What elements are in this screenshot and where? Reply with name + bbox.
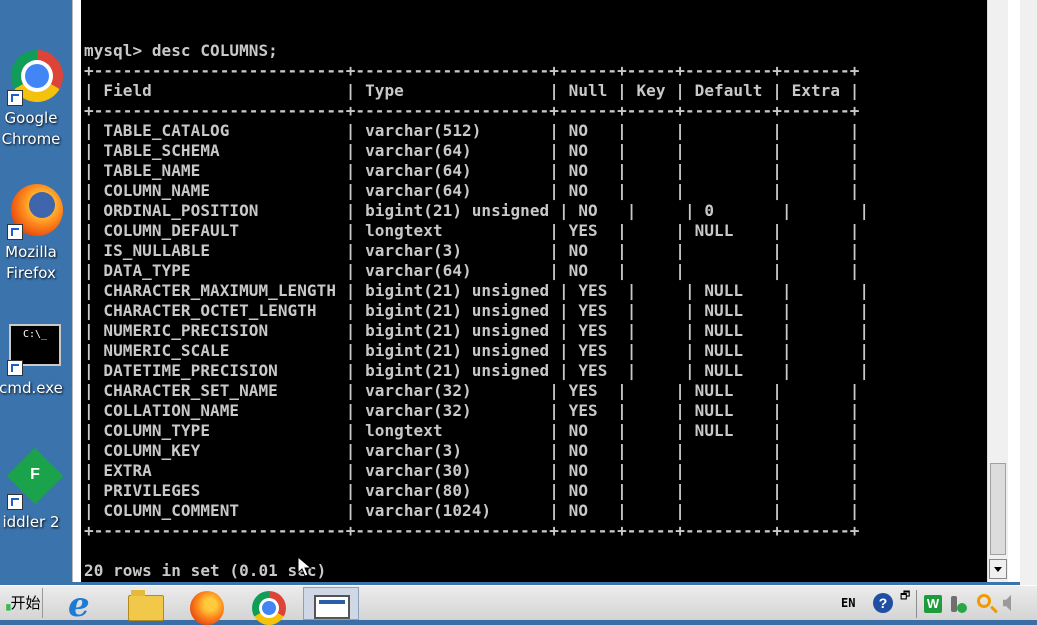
- console-line: mysql> desc COLUMNS;: [84, 41, 278, 60]
- console-output: mysql> desc COLUMNS; +-------------------…: [84, 21, 869, 621]
- console-line: | NUMERIC_SCALE | bigint(21) unsigned | …: [84, 341, 870, 360]
- language-indicator[interactable]: EN: [841, 596, 855, 610]
- console-line: | CHARACTER_SET_NAME | varchar(32) | YES…: [84, 381, 860, 400]
- chrome-icon: [7, 48, 65, 106]
- taskbar-file-explorer[interactable]: [122, 587, 168, 621]
- console-line: | Field | Type | Null | Key | Default | …: [84, 81, 860, 100]
- console-line: | COLLATION_NAME | varchar(32) | YES | |…: [84, 401, 860, 420]
- fiddler-icon: F: [6, 447, 65, 510]
- console-line: | COLUMN_COMMENT | varchar(1024) | NO | …: [84, 501, 860, 520]
- console-line: | TABLE_NAME | varchar(64) | NO | | | |: [84, 161, 860, 180]
- firefox-icon: [7, 182, 65, 240]
- restore-icon[interactable]: 🗗: [900, 591, 910, 602]
- desktop-icon-label: Google Chrome: [1, 109, 61, 148]
- taskbar: ▗开始 e EN ? 🗗 W: [0, 585, 1037, 625]
- desktop-icon-firefox[interactable]: Mozilla Firefox: [0, 182, 74, 284]
- start-button[interactable]: ▗开始: [0, 588, 43, 618]
- mouse-pointer-icon: [297, 556, 313, 577]
- desktop-icon-cmd[interactable]: C:\_ cmd.exe: [0, 318, 74, 399]
- console-line: | NUMERIC_PRECISION | bigint(21) unsigne…: [84, 321, 870, 340]
- console-line: | COLUMN_NAME | varchar(64) | NO | | | |: [84, 181, 860, 200]
- search-icon[interactable]: [977, 594, 991, 608]
- internet-explorer-icon: e: [68, 585, 90, 625]
- desktop-icon-chrome[interactable]: Google Chrome: [0, 48, 74, 150]
- wechat-icon[interactable]: W: [924, 595, 942, 613]
- console-line: +--------------------------+------------…: [84, 521, 860, 540]
- console-window-icon: [314, 595, 350, 619]
- console-line: | TABLE_CATALOG | varchar(512) | NO | | …: [84, 121, 860, 140]
- tray-divider: [916, 590, 917, 618]
- taskbar-internet-explorer[interactable]: e: [60, 585, 106, 625]
- taskbar-chrome[interactable]: [246, 587, 292, 625]
- console-line: | COLUMN_KEY | varchar(3) | NO | | | |: [84, 441, 860, 460]
- console-scrollbar[interactable]: [987, 0, 1008, 582]
- taskbar-firefox[interactable]: [184, 587, 230, 625]
- desktop-icon-fiddler[interactable]: F iddler 2: [0, 447, 74, 533]
- help-icon[interactable]: ?: [873, 593, 893, 613]
- shortcut-arrow-icon: [7, 224, 23, 240]
- console-line: | ORDINAL_POSITION | bigint(21) unsigned…: [84, 201, 870, 220]
- taskbar-cmd-window[interactable]: [303, 587, 359, 620]
- desktop-icon-label: Mozilla Firefox: [5, 243, 57, 282]
- window-frame-right: [1020, 0, 1037, 585]
- console-line: | IS_NULLABLE | varchar(3) | NO | | | |: [84, 241, 860, 260]
- volume-icon[interactable]: [1003, 595, 1011, 611]
- cmd-icon: C:\_: [7, 318, 65, 376]
- console-line: | CHARACTER_OCTET_LENGTH | bigint(21) un…: [84, 301, 870, 320]
- console-line: | TABLE_SCHEMA | varchar(64) | NO | | | …: [84, 141, 860, 160]
- console-line: +--------------------------+------------…: [84, 61, 860, 80]
- folder-icon: [128, 590, 164, 621]
- console-line: | EXTRA | varchar(30) | NO | | | |: [84, 461, 860, 480]
- shortcut-arrow-icon: [7, 90, 23, 106]
- scrollbar-thumb[interactable]: [990, 463, 1006, 555]
- shortcut-arrow-icon: [7, 494, 23, 510]
- scroll-down-arrow-icon[interactable]: [989, 559, 1007, 579]
- desktop-icon-label: iddler 2: [2, 513, 60, 531]
- console-line: | COLUMN_DEFAULT | longtext | YES | | NU…: [84, 221, 860, 240]
- console-line: 20 rows in set (0.01 sec): [84, 561, 327, 580]
- console-line: | CHARACTER_MAXIMUM_LENGTH | bigint(21) …: [84, 281, 870, 300]
- console-line: +--------------------------+------------…: [84, 101, 860, 120]
- system-tray: EN ? 🗗 W: [837, 586, 1037, 621]
- shortcut-arrow-icon: [7, 360, 23, 376]
- hardware-status-icon[interactable]: [949, 596, 967, 614]
- console-line: | DATETIME_PRECISION | bigint(21) unsign…: [84, 361, 870, 380]
- desktop-icon-label: cmd.exe: [0, 379, 63, 397]
- console-line: | PRIVILEGES | varchar(80) | NO | | | |: [84, 481, 860, 500]
- console-line: | DATA_TYPE | varchar(64) | NO | | | |: [84, 261, 860, 280]
- console-line: | COLUMN_TYPE | longtext | NO | | NULL |…: [84, 421, 860, 440]
